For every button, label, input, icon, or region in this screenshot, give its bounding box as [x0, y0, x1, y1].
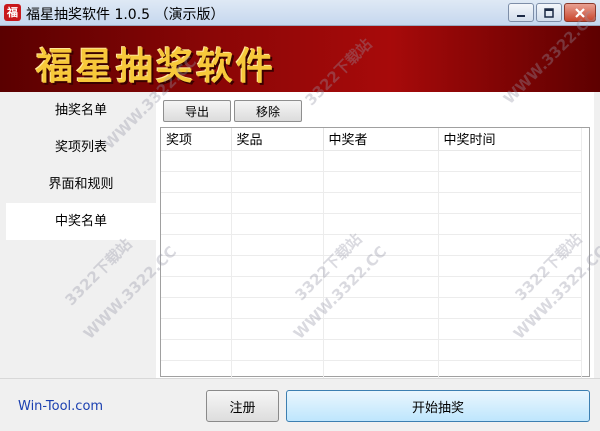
table-cell [323, 234, 439, 256]
table-cell [323, 150, 439, 172]
table-cell [323, 276, 439, 298]
table-cell [323, 255, 439, 277]
table-cell [161, 318, 232, 340]
table-cell [323, 213, 439, 235]
table-cell [231, 339, 324, 361]
start-draw-button[interactable]: 开始抽奖 [286, 390, 590, 422]
table-row [161, 171, 582, 193]
table-cell [161, 297, 232, 319]
table-cell [231, 171, 324, 193]
table-cell [438, 318, 582, 340]
table-cell [231, 297, 324, 319]
table-cell [161, 234, 232, 256]
sidebar-item-prize-list[interactable]: 奖项列表 [6, 129, 156, 166]
register-button[interactable]: 注册 [206, 390, 279, 422]
table-cell [161, 255, 232, 277]
table-cell [161, 171, 232, 193]
table-cell [161, 213, 232, 235]
table-cell [231, 192, 324, 214]
table-cell [323, 192, 439, 214]
table-cell [438, 297, 582, 319]
banner-title: 福星抽奖软件 [36, 44, 276, 88]
table-row [161, 339, 582, 361]
table-cell [231, 255, 324, 277]
table-row [161, 255, 582, 277]
table-cell [323, 171, 439, 193]
close-button[interactable] [564, 3, 596, 22]
maximize-icon [544, 8, 554, 18]
footer: Win-Tool.com 注册 开始抽奖 [0, 378, 600, 431]
table-row [161, 234, 582, 256]
table-cell [323, 339, 439, 361]
column-header-winner[interactable]: 中奖者 [323, 128, 439, 151]
table-row [161, 297, 582, 319]
column-header-win-time[interactable]: 中奖时间 [438, 128, 582, 151]
table-row [161, 150, 582, 172]
remove-button[interactable]: 移除 [234, 100, 302, 122]
table-cell [231, 318, 324, 340]
sidebar-item-ui-rules[interactable]: 界面和规则 [6, 166, 156, 203]
column-header-prize[interactable]: 奖品 [231, 128, 324, 151]
app-icon: 福 [4, 4, 21, 21]
table-cell [323, 318, 439, 340]
title-bar: 福 福星抽奖软件 1.0.5 （演示版） [0, 0, 600, 26]
column-header-prize-tier[interactable]: 奖项 [161, 128, 232, 151]
table-cell [438, 276, 582, 298]
table-cell [438, 255, 582, 277]
winner-list-panel: 导出 移除 奖项 奖品 中奖者 中奖时间 [156, 92, 594, 382]
sidebar: 抽奖名单 奖项列表 界面和规则 中奖名单 [6, 92, 156, 378]
table-cell [438, 234, 582, 256]
table-cell [161, 150, 232, 172]
minimize-button[interactable] [508, 3, 534, 22]
table-cell [438, 192, 582, 214]
table-row [161, 276, 582, 298]
table-filler [581, 128, 589, 376]
table-row [161, 192, 582, 214]
app-banner: 福星抽奖软件 [0, 26, 600, 92]
sidebar-item-draw-list[interactable]: 抽奖名单 [6, 92, 156, 129]
table-cell [323, 297, 439, 319]
table-cell [438, 171, 582, 193]
export-button[interactable]: 导出 [163, 100, 231, 122]
table-cell [438, 339, 582, 361]
table-body [161, 150, 582, 382]
table-cell [161, 192, 232, 214]
table-cell [438, 213, 582, 235]
table-cell [438, 150, 582, 172]
table-cell [231, 234, 324, 256]
table-cell [231, 276, 324, 298]
table-row [161, 213, 582, 235]
table-cell [231, 213, 324, 235]
table-row [161, 318, 582, 340]
sidebar-item-winner-list[interactable]: 中奖名单 [6, 203, 156, 240]
window-title: 福星抽奖软件 1.0.5 （演示版） [26, 7, 225, 23]
maximize-button[interactable] [536, 3, 562, 22]
close-icon [575, 8, 585, 18]
minimize-icon [517, 15, 525, 17]
winner-table: 奖项 奖品 中奖者 中奖时间 [160, 127, 590, 382]
table-cell [161, 276, 232, 298]
table-cell [161, 339, 232, 361]
table-cell [231, 150, 324, 172]
brand-link[interactable]: Win-Tool.com [18, 399, 103, 414]
